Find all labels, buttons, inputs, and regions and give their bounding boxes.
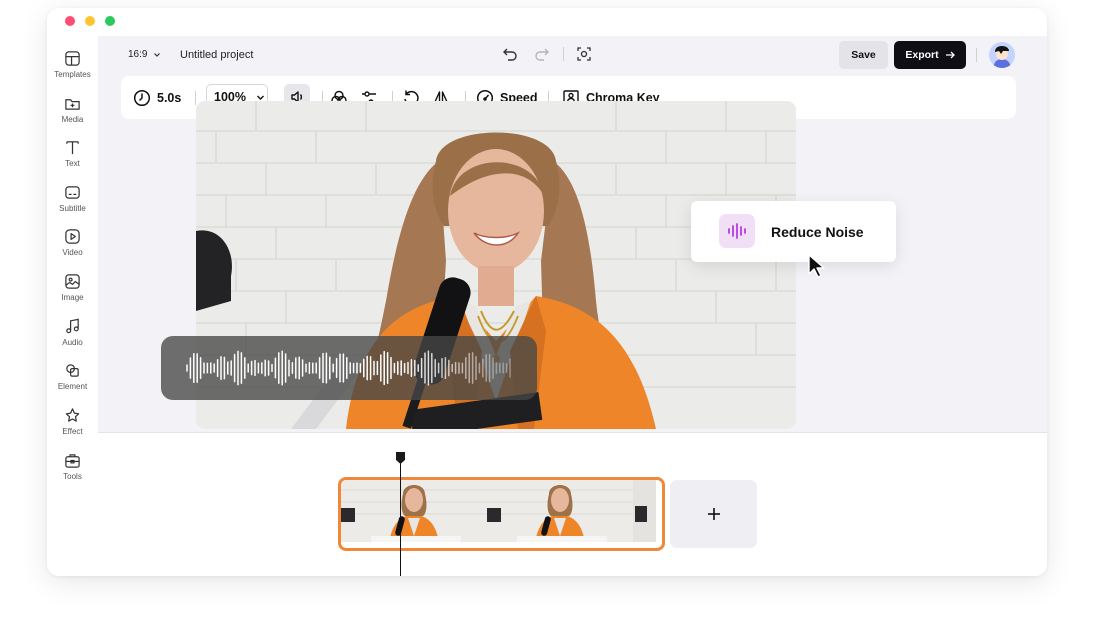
redo-icon[interactable] xyxy=(534,46,550,62)
sidebar-label: Video xyxy=(62,248,83,257)
sidebar-item-audio[interactable]: Audio xyxy=(47,318,98,358)
sidebar-label: Effect xyxy=(62,427,83,436)
templates-icon xyxy=(65,51,80,66)
reduce-noise-label: Reduce Noise xyxy=(771,224,864,240)
duration-control[interactable]: 5.0s xyxy=(133,76,181,119)
video-icon xyxy=(65,229,80,244)
aspect-ratio-value: 16:9 xyxy=(128,49,148,60)
audio-waveform-overlay xyxy=(161,336,537,400)
image-icon xyxy=(65,274,80,289)
plus-icon xyxy=(707,508,720,520)
audio-icon xyxy=(66,318,79,334)
sidebar-item-image[interactable]: Image xyxy=(47,273,98,313)
screenshot-icon[interactable] xyxy=(576,46,592,62)
sidebar: Templates Media Text Subtitle Video Imag… xyxy=(47,36,99,576)
divider xyxy=(563,47,564,61)
avatar-face-icon xyxy=(989,42,1015,68)
sidebar-label: Element xyxy=(57,382,88,391)
sidebar-item-video[interactable]: Video xyxy=(47,228,98,268)
divider xyxy=(976,48,977,62)
duration-value: 5.0s xyxy=(157,90,182,105)
close-dot[interactable] xyxy=(65,16,75,26)
aspect-ratio-dropdown[interactable]: 16:9 xyxy=(128,49,161,60)
mouse-cursor-icon xyxy=(808,254,825,278)
sidebar-item-media[interactable]: Media xyxy=(47,95,98,135)
add-clip-button[interactable] xyxy=(670,480,757,548)
sidebar-item-effect[interactable]: Effect xyxy=(47,407,98,447)
playhead-line xyxy=(400,459,401,576)
sidebar-label: Media xyxy=(61,115,84,124)
window-controls xyxy=(65,16,115,26)
text-icon xyxy=(66,141,79,155)
waveform-icon xyxy=(719,214,755,248)
clip-thumbnails xyxy=(341,480,656,543)
arrow-right-icon xyxy=(945,51,955,59)
sidebar-label: Audio xyxy=(62,338,83,347)
sidebar-label: Text xyxy=(65,159,80,168)
waveform-graphic xyxy=(186,350,511,386)
sidebar-item-element[interactable]: Element xyxy=(47,362,98,402)
sidebar-label: Templates xyxy=(54,70,91,79)
element-icon xyxy=(66,364,79,377)
avatar[interactable] xyxy=(989,42,1015,68)
export-label: Export xyxy=(905,49,939,61)
sidebar-label: Tools xyxy=(63,472,82,481)
sidebar-item-tools[interactable]: Tools xyxy=(47,452,98,492)
sidebar-label: Subtitle xyxy=(59,204,86,213)
undo-icon[interactable] xyxy=(502,46,518,62)
save-button[interactable]: Save xyxy=(839,41,888,69)
tools-icon xyxy=(65,454,80,468)
sidebar-item-text[interactable]: Text xyxy=(47,139,98,179)
project-title[interactable]: Untitled project xyxy=(180,49,253,61)
subtitle-icon xyxy=(65,186,80,199)
effect-icon xyxy=(65,408,80,422)
timeline-area xyxy=(98,432,1047,576)
maximize-dot[interactable] xyxy=(105,16,115,26)
playhead-handle[interactable] xyxy=(395,451,406,465)
video-clip[interactable] xyxy=(338,477,665,551)
chevron-down-icon xyxy=(154,52,161,57)
minimize-dot[interactable] xyxy=(85,16,95,26)
media-icon xyxy=(65,99,80,110)
sidebar-item-subtitle[interactable]: Subtitle xyxy=(47,184,98,224)
sidebar-item-templates[interactable]: Templates xyxy=(47,50,98,90)
editor-window: Templates Media Text Subtitle Video Imag… xyxy=(47,8,1047,576)
sidebar-label: Image xyxy=(61,293,84,302)
reduce-noise-popup[interactable]: Reduce Noise xyxy=(691,201,896,262)
export-button[interactable]: Export xyxy=(894,41,966,69)
top-bar: 16:9 Untitled project Save Export xyxy=(98,36,1047,74)
clock-icon xyxy=(133,89,151,106)
divider xyxy=(195,91,196,105)
